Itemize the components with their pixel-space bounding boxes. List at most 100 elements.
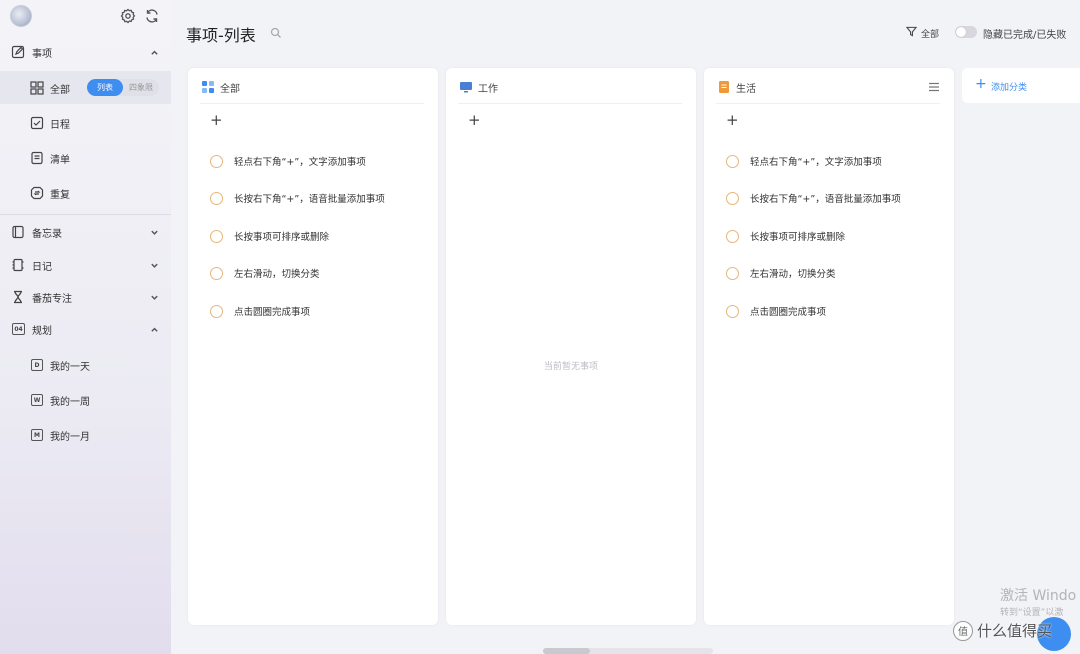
task-item[interactable]: 长按右下角“+”，语音批量添加事项	[726, 191, 901, 205]
add-task-button[interactable]: +	[468, 113, 481, 128]
sidebar-item-label: 全部	[50, 85, 70, 96]
chevron-down-icon[interactable]	[150, 293, 159, 302]
task-item[interactable]: 长按事项可排序或删除	[210, 229, 329, 243]
sidebar-divider	[0, 214, 171, 215]
sidebar-item-label: 我的一周	[50, 396, 90, 408]
task-complete-circle[interactable]	[210, 266, 223, 280]
task-complete-circle[interactable]	[726, 229, 739, 243]
source-watermark: 值 什么值得买	[953, 620, 1052, 641]
task-complete-circle[interactable]	[726, 154, 739, 168]
task-item[interactable]: 点击圆圈完成事项	[726, 304, 826, 318]
sidebar-item-tasks[interactable]: 事项	[0, 44, 171, 60]
sidebar-item-repeat[interactable]: 重复	[0, 185, 171, 201]
task-text: 点击圆圈完成事项	[234, 307, 311, 318]
category-column-all: 全部 + 轻点右下角“+”，文字添加事项 长按右下角“+”，语音批量添加事项 长…	[188, 68, 438, 625]
sidebar-item-pomodoro[interactable]: 番茄专注	[0, 289, 171, 305]
settings-icon[interactable]	[120, 8, 136, 24]
brand-text: 什么值得买	[977, 622, 1053, 640]
sidebar-item-label: 事项	[32, 48, 52, 60]
task-complete-circle[interactable]	[210, 154, 223, 168]
avatar[interactable]	[10, 5, 32, 27]
memo-icon	[12, 225, 24, 239]
column-title: 生活	[736, 83, 756, 95]
repeat-icon	[30, 186, 44, 200]
monitor-icon	[460, 82, 472, 93]
sidebar-item-label: 备忘录	[32, 228, 62, 240]
add-task-button[interactable]: +	[726, 113, 739, 128]
week-icon: W	[31, 394, 43, 406]
task-text: 点击圆圈完成事项	[750, 307, 827, 318]
task-item[interactable]: 长按事项可排序或删除	[726, 229, 845, 243]
diary-icon	[12, 258, 24, 272]
task-complete-circle[interactable]	[210, 229, 223, 243]
page-title: 事项-列表	[186, 26, 256, 45]
chevron-down-icon[interactable]	[150, 228, 159, 237]
edit-square-icon	[11, 45, 25, 59]
sidebar-item-label: 我的一月	[50, 431, 90, 443]
sidebar-item-label: 我的一天	[50, 361, 90, 373]
activation-watermark-title: 激活 Windo	[1000, 588, 1077, 604]
chevron-down-icon[interactable]	[150, 261, 159, 270]
task-item[interactable]: 左右滑动，切换分类	[210, 266, 320, 280]
sidebar-item-my-month[interactable]: M 我的一月	[0, 427, 171, 443]
column-title: 工作	[478, 83, 498, 95]
sidebar-item-label: 日程	[50, 119, 70, 131]
sidebar-item-memo[interactable]: 备忘录	[0, 224, 171, 240]
column-header: 工作	[460, 80, 498, 95]
refresh-icon[interactable]	[144, 8, 160, 24]
day-icon: D	[31, 359, 43, 371]
horizontal-scrollbar[interactable]	[543, 648, 713, 654]
hide-completed-toggle[interactable]	[955, 26, 977, 38]
sidebar-item-checklist[interactable]: 清单	[0, 150, 171, 166]
menu-icon[interactable]	[928, 82, 940, 92]
sidebar-item-label: 日记	[32, 261, 52, 273]
filter-label[interactable]: 全部	[921, 27, 939, 40]
sidebar-item-plan[interactable]: 04 规划	[0, 321, 171, 337]
task-text: 长按右下角“+”，语音批量添加事项	[234, 194, 385, 205]
filter-icon[interactable]	[906, 26, 917, 37]
empty-state-text: 当前暂无事项	[543, 362, 598, 372]
add-category-label: 添加分类	[991, 83, 1028, 93]
note-icon	[719, 81, 729, 93]
sidebar-item-my-week[interactable]: W 我的一周	[0, 392, 171, 408]
category-column-work: 工作 + 当前暂无事项	[446, 68, 696, 625]
task-text: 左右滑动，切换分类	[234, 269, 320, 280]
sidebar: 事项 全部 列表 四象限 日程 清单 重复 备忘录 日记 番茄专注 04 规划 …	[0, 0, 171, 654]
view-quadrant-button[interactable]: 四象限	[123, 79, 159, 96]
search-icon[interactable]	[270, 27, 282, 39]
grid-icon	[30, 81, 44, 95]
task-item[interactable]: 长按右下角“+”，语音批量添加事项	[210, 191, 385, 205]
plus-icon: +	[975, 76, 987, 92]
grid-color-icon	[202, 81, 214, 93]
toggle-knob	[956, 27, 966, 37]
list-doc-icon	[31, 151, 43, 165]
calendar-04-icon: 04	[12, 323, 25, 335]
column-divider	[458, 103, 682, 104]
chevron-up-icon[interactable]	[150, 325, 159, 334]
scrollbar-thumb[interactable]	[543, 648, 590, 654]
chevron-up-icon[interactable]	[150, 48, 159, 57]
column-divider	[716, 103, 940, 104]
task-item[interactable]: 轻点右下角“+”，文字添加事项	[726, 154, 882, 168]
task-complete-circle[interactable]	[210, 304, 223, 318]
add-task-button[interactable]: +	[210, 113, 223, 128]
task-item[interactable]: 左右滑动，切换分类	[726, 266, 836, 280]
task-complete-circle[interactable]	[726, 304, 739, 318]
task-text: 轻点右下角“+”，文字添加事项	[234, 157, 366, 168]
task-complete-circle[interactable]	[210, 191, 223, 205]
sidebar-item-diary[interactable]: 日记	[0, 257, 171, 273]
task-text: 长按事项可排序或删除	[750, 232, 846, 243]
task-text: 长按事项可排序或删除	[234, 232, 330, 243]
task-item[interactable]: 点击圆圈完成事项	[210, 304, 310, 318]
task-complete-circle[interactable]	[726, 191, 739, 205]
sidebar-item-schedule[interactable]: 日程	[0, 115, 171, 131]
task-complete-circle[interactable]	[726, 266, 739, 280]
category-column-life: 生活 + 轻点右下角“+”，文字添加事项 长按右下角“+”，语音批量添加事项 长…	[704, 68, 954, 625]
month-icon: M	[31, 429, 43, 441]
view-toggle[interactable]: 列表 四象限	[87, 79, 159, 96]
add-category-button[interactable]: + 添加分类	[962, 68, 1080, 103]
view-list-button[interactable]: 列表	[87, 79, 123, 96]
task-item[interactable]: 轻点右下角“+”，文字添加事项	[210, 154, 366, 168]
check-square-icon	[30, 116, 44, 130]
sidebar-item-my-day[interactable]: D 我的一天	[0, 357, 171, 373]
